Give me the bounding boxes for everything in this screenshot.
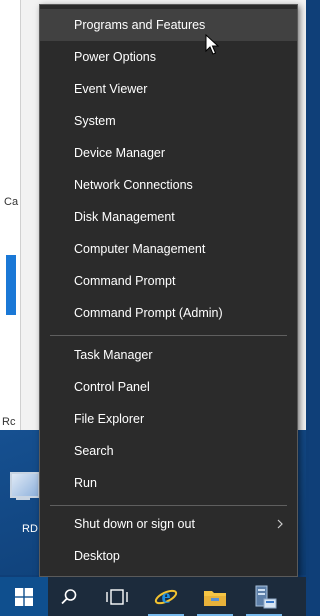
menu-item-system[interactable]: System bbox=[40, 105, 297, 137]
server-manager-icon bbox=[255, 585, 277, 608]
taskbar: e bbox=[0, 577, 306, 616]
menu-item-control-panel[interactable]: Control Panel bbox=[40, 371, 297, 403]
background-caption-top: Ca bbox=[4, 196, 19, 208]
winx-context-menu: Programs and Features Power Options Even… bbox=[39, 4, 298, 577]
file-explorer-button[interactable] bbox=[191, 577, 239, 616]
background-caption-bottom: Rc bbox=[2, 416, 16, 428]
menu-item-disk-management[interactable]: Disk Management bbox=[40, 201, 297, 233]
chevron-right-icon bbox=[277, 519, 283, 529]
menu-item-desktop[interactable]: Desktop bbox=[40, 540, 297, 572]
menu-item-programs-and-features[interactable]: Programs and Features bbox=[40, 9, 297, 41]
menu-item-event-viewer[interactable]: Event Viewer bbox=[40, 73, 297, 105]
background-window-left-pane bbox=[0, 0, 21, 430]
background-window-blue-tab bbox=[6, 255, 16, 315]
menu-item-computer-management[interactable]: Computer Management bbox=[40, 233, 297, 265]
mouse-pointer-icon bbox=[205, 34, 219, 55]
menu-item-search[interactable]: Search bbox=[40, 435, 297, 467]
menu-item-network-connections[interactable]: Network Connections bbox=[40, 169, 297, 201]
menu-item-file-explorer[interactable]: File Explorer bbox=[40, 403, 297, 435]
server-manager-button[interactable] bbox=[240, 577, 288, 616]
menu-item-device-manager[interactable]: Device Manager bbox=[40, 137, 297, 169]
menu-separator bbox=[50, 505, 287, 506]
menu-item-label: Shut down or sign out bbox=[74, 517, 195, 531]
remote-desktop-icon[interactable] bbox=[8, 470, 40, 510]
windows-logo-icon bbox=[15, 587, 33, 606]
menu-item-command-prompt[interactable]: Command Prompt bbox=[40, 265, 297, 297]
task-view-button[interactable] bbox=[93, 577, 141, 616]
file-explorer-icon bbox=[204, 590, 226, 606]
internet-explorer-button[interactable]: e bbox=[142, 577, 190, 616]
menu-item-power-options[interactable]: Power Options bbox=[40, 41, 297, 73]
taskbar-search-button[interactable] bbox=[45, 577, 93, 616]
svg-text:e: e bbox=[162, 586, 171, 608]
task-view-icon bbox=[106, 588, 128, 605]
menu-item-command-prompt-admin[interactable]: Command Prompt (Admin) bbox=[40, 297, 297, 329]
menu-item-run[interactable]: Run bbox=[40, 467, 297, 499]
menu-separator bbox=[50, 335, 287, 336]
menu-item-task-manager[interactable]: Task Manager bbox=[40, 339, 297, 371]
internet-explorer-icon: e bbox=[154, 586, 178, 608]
menu-item-shut-down-or-sign-out[interactable]: Shut down or sign out bbox=[40, 508, 297, 540]
start-button[interactable] bbox=[0, 577, 48, 616]
search-icon bbox=[61, 588, 77, 604]
remote-desktop-label: RD bbox=[22, 523, 38, 535]
